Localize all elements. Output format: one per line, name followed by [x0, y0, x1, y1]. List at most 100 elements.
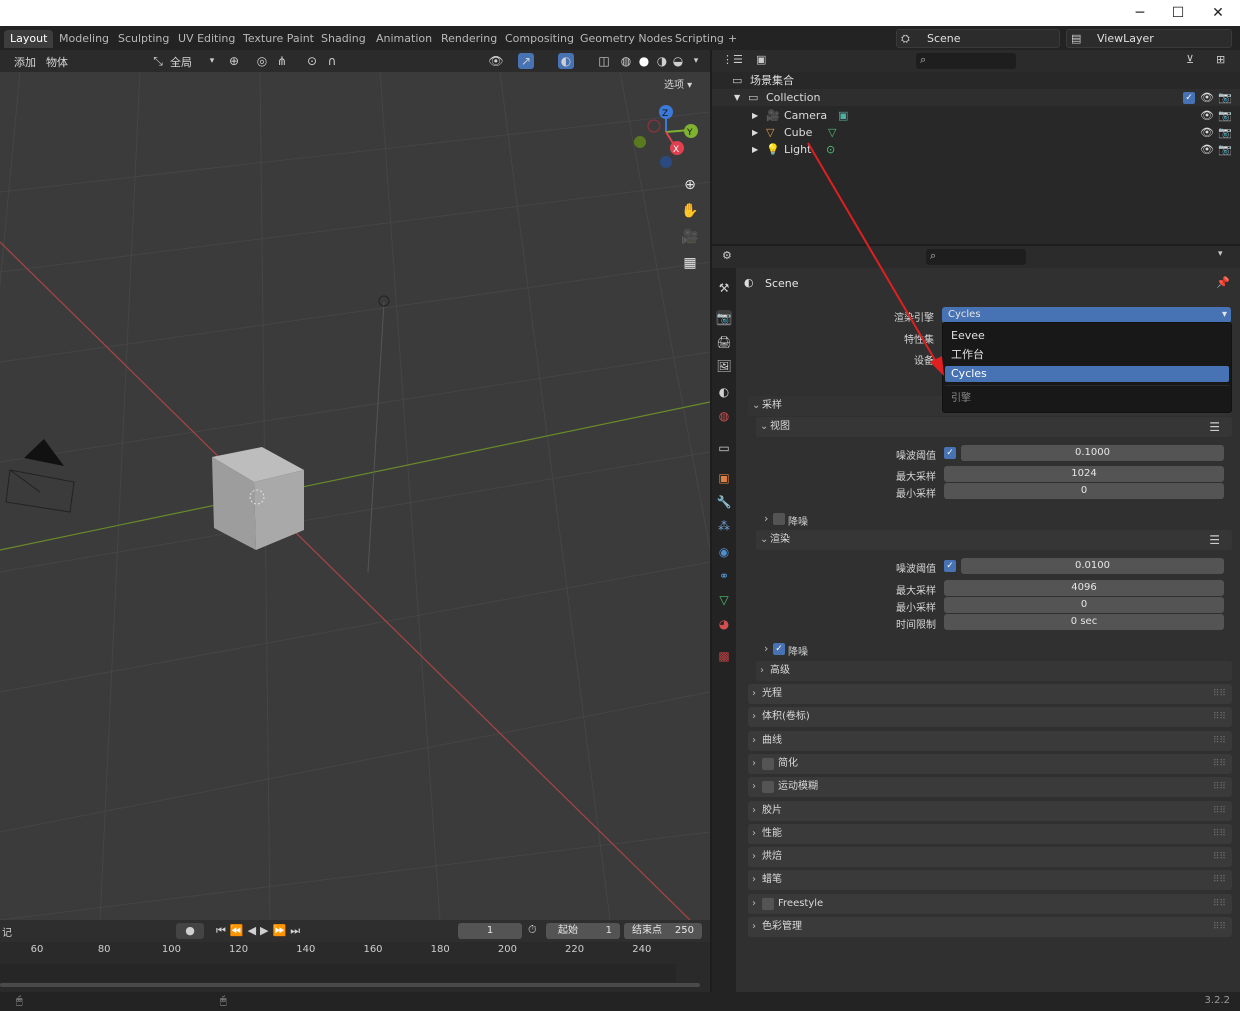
render-camera-icon[interactable]: 📷	[1218, 124, 1232, 141]
mesh-data-icon[interactable]: ▽	[828, 124, 836, 141]
xray-icon[interactable]: ◫	[596, 53, 612, 69]
drag-handle-icon[interactable]: ⠿⠿	[1213, 684, 1226, 704]
minimize-button[interactable]: ─	[1120, 0, 1160, 26]
collapse-chevron-icon[interactable]: ▼	[734, 89, 740, 106]
current-frame-field[interactable]: 1	[458, 923, 522, 939]
eye-icon[interactable]: 👁	[1200, 124, 1214, 141]
preset-list-icon[interactable]: ☰	[1209, 417, 1220, 437]
engine-option-eevee[interactable]: Eevee	[945, 328, 1229, 344]
expand-chevron-icon[interactable]: ▶	[752, 124, 758, 141]
collection-tab-icon[interactable]: ▭	[716, 440, 732, 456]
panel-header-10[interactable]: › 色彩管理 ⠿⠿	[748, 917, 1232, 937]
menu-add[interactable]: 添加	[14, 54, 36, 70]
panel-header-8[interactable]: › 蜡笔 ⠿⠿	[748, 870, 1232, 891]
panel-enable-checkbox[interactable]	[762, 757, 774, 770]
scene-tab-icon[interactable]: ◐	[716, 384, 732, 400]
outliner-search-input[interactable]: ⌕	[916, 53, 1016, 69]
solid-shading-icon[interactable]: ●	[636, 53, 652, 69]
snap-target-icon[interactable]: ⋔	[274, 53, 290, 69]
panel-enable-checkbox[interactable]	[762, 781, 774, 794]
editor-type-icon[interactable]: ⋮☰	[722, 53, 743, 66]
render-camera-icon[interactable]: 📷	[1218, 89, 1232, 106]
light-data-icon[interactable]: ⊙	[826, 141, 835, 158]
drag-handle-icon[interactable]: ⠿⠿	[1213, 894, 1226, 914]
camera-view-icon[interactable]: 🎥	[678, 225, 702, 249]
zoom-icon[interactable]: ⊕	[678, 173, 702, 197]
scene-selector[interactable]: ⛭ Scene	[896, 29, 1060, 48]
noise-threshold-field[interactable]: 0.1000	[961, 445, 1224, 461]
record-icon[interactable]: ●	[176, 923, 204, 939]
add-workspace-button[interactable]: +	[722, 30, 743, 48]
render-camera-icon[interactable]: 📷	[1218, 107, 1232, 124]
engine-option-workbench[interactable]: 工作台	[945, 347, 1229, 363]
world-tab-icon[interactable]: ◍	[716, 408, 732, 424]
data-tab-icon[interactable]: ▽	[716, 592, 732, 608]
panel-header-3[interactable]: › 简化 ⠿⠿	[748, 753, 1232, 774]
modifier-tab-icon[interactable]: 🔧	[716, 494, 732, 510]
render-min-samples-field[interactable]: 0	[944, 597, 1224, 613]
drag-handle-icon[interactable]: ⠿⠿	[1213, 847, 1226, 867]
viewport-subpanel-header[interactable]: ⌄ 视图 ☰	[756, 417, 1232, 437]
drag-handle-icon[interactable]: ⠿⠿	[1213, 754, 1226, 774]
preset-list-icon[interactable]: ☰	[1209, 530, 1220, 550]
texture-tab-icon[interactable]: ▩	[716, 648, 732, 664]
render-noise-threshold-checkbox[interactable]: ✓	[944, 560, 956, 572]
perspective-grid-icon[interactable]: ▦	[678, 251, 702, 275]
proportional-edit-icon[interactable]: ⊙	[304, 53, 320, 69]
panel-header-5[interactable]: › 胶片 ⠿⠿	[748, 800, 1232, 821]
render-camera-icon[interactable]: 📷	[1218, 141, 1232, 158]
maximize-button[interactable]: ☐	[1158, 0, 1198, 26]
eye-icon[interactable]: 👁	[1200, 89, 1214, 106]
timeline-track[interactable]	[0, 964, 676, 982]
chevron-down-icon[interactable]: ▾	[1218, 249, 1223, 259]
pan-hand-icon[interactable]: ✋	[678, 199, 702, 223]
filter-icon[interactable]: ⊻	[1186, 53, 1194, 66]
drag-handle-icon[interactable]: ⠿⠿	[1213, 870, 1226, 890]
drag-handle-icon[interactable]: ⠿⠿	[1213, 824, 1226, 844]
tab-shading[interactable]: Shading	[315, 30, 372, 48]
new-collection-icon[interactable]: ⊞	[1216, 53, 1225, 66]
drag-handle-icon[interactable]: ⠿⠿	[1213, 707, 1226, 727]
material-shading-icon[interactable]: ◑	[654, 53, 670, 69]
view-layer-selector[interactable]: ▤ ViewLayer	[1066, 29, 1232, 48]
particles-tab-icon[interactable]: ⁂	[716, 518, 732, 534]
display-mode-icon[interactable]: ▣	[756, 53, 766, 66]
render-denoise-checkbox[interactable]: ✓	[773, 643, 785, 655]
panel-header-7[interactable]: › 烘焙 ⠿⠿	[748, 847, 1232, 868]
noise-threshold-checkbox[interactable]: ✓	[944, 447, 956, 459]
outliner-row-cube[interactable]: ▶ ▽ Cube ▽ 👁 📷	[712, 124, 1240, 141]
panel-header-6[interactable]: › 性能 ⠿⠿	[748, 823, 1232, 844]
panel-header-1[interactable]: › 体积(卷标) ⠿⠿	[748, 707, 1232, 728]
stopwatch-icon[interactable]: ⏱	[528, 923, 537, 937]
outliner-row-light[interactable]: ▶ 💡 Light ⊙ 👁 📷	[712, 141, 1240, 158]
exclude-checkbox[interactable]: ✓	[1183, 92, 1195, 104]
pin-icon[interactable]: 📌	[1216, 276, 1230, 289]
options-dropdown[interactable]: 选项 ▾	[664, 76, 692, 91]
viewport-denoise-checkbox[interactable]	[773, 513, 785, 525]
marker-menu[interactable]: 记	[2, 924, 12, 939]
editor-type-icon[interactable]: ⚙	[722, 249, 732, 262]
tab-layout[interactable]: Layout	[4, 30, 54, 48]
start-frame-field[interactable]: 起始 1	[546, 923, 620, 939]
tool-tab-icon[interactable]: ⚒	[716, 280, 732, 296]
tab-compositing[interactable]: Compositing	[499, 30, 580, 48]
camera-data-icon[interactable]: ▣	[838, 107, 848, 124]
panel-header-2[interactable]: › 曲线 ⠿⠿	[748, 730, 1232, 751]
outliner-row-collection[interactable]: ▼ ▭ Collection ✓ 👁 📷	[712, 89, 1240, 106]
drag-handle-icon[interactable]: ⠿⠿	[1213, 731, 1226, 751]
end-frame-field[interactable]: 结束点 250	[624, 923, 702, 939]
time-limit-field[interactable]: 0 sec	[944, 614, 1224, 630]
chevron-right-icon[interactable]: ›	[764, 512, 768, 525]
tab-scripting[interactable]: Scripting	[669, 30, 730, 48]
camera-object[interactable]	[24, 439, 64, 466]
output-tab-icon[interactable]: 🖨	[716, 334, 732, 350]
tab-animation[interactable]: Animation	[370, 30, 438, 48]
engine-option-cycles[interactable]: Cycles	[945, 366, 1229, 382]
max-samples-field[interactable]: 1024	[944, 466, 1224, 482]
min-samples-field[interactable]: 0	[944, 483, 1224, 499]
constraints-tab-icon[interactable]: ⚭	[716, 568, 732, 584]
render-noise-threshold-field[interactable]: 0.0100	[961, 558, 1224, 574]
object-tab-icon[interactable]: ▣	[716, 470, 732, 486]
drag-handle-icon[interactable]: ⠿⠿	[1213, 801, 1226, 821]
material-tab-icon[interactable]: ◕	[716, 616, 732, 632]
